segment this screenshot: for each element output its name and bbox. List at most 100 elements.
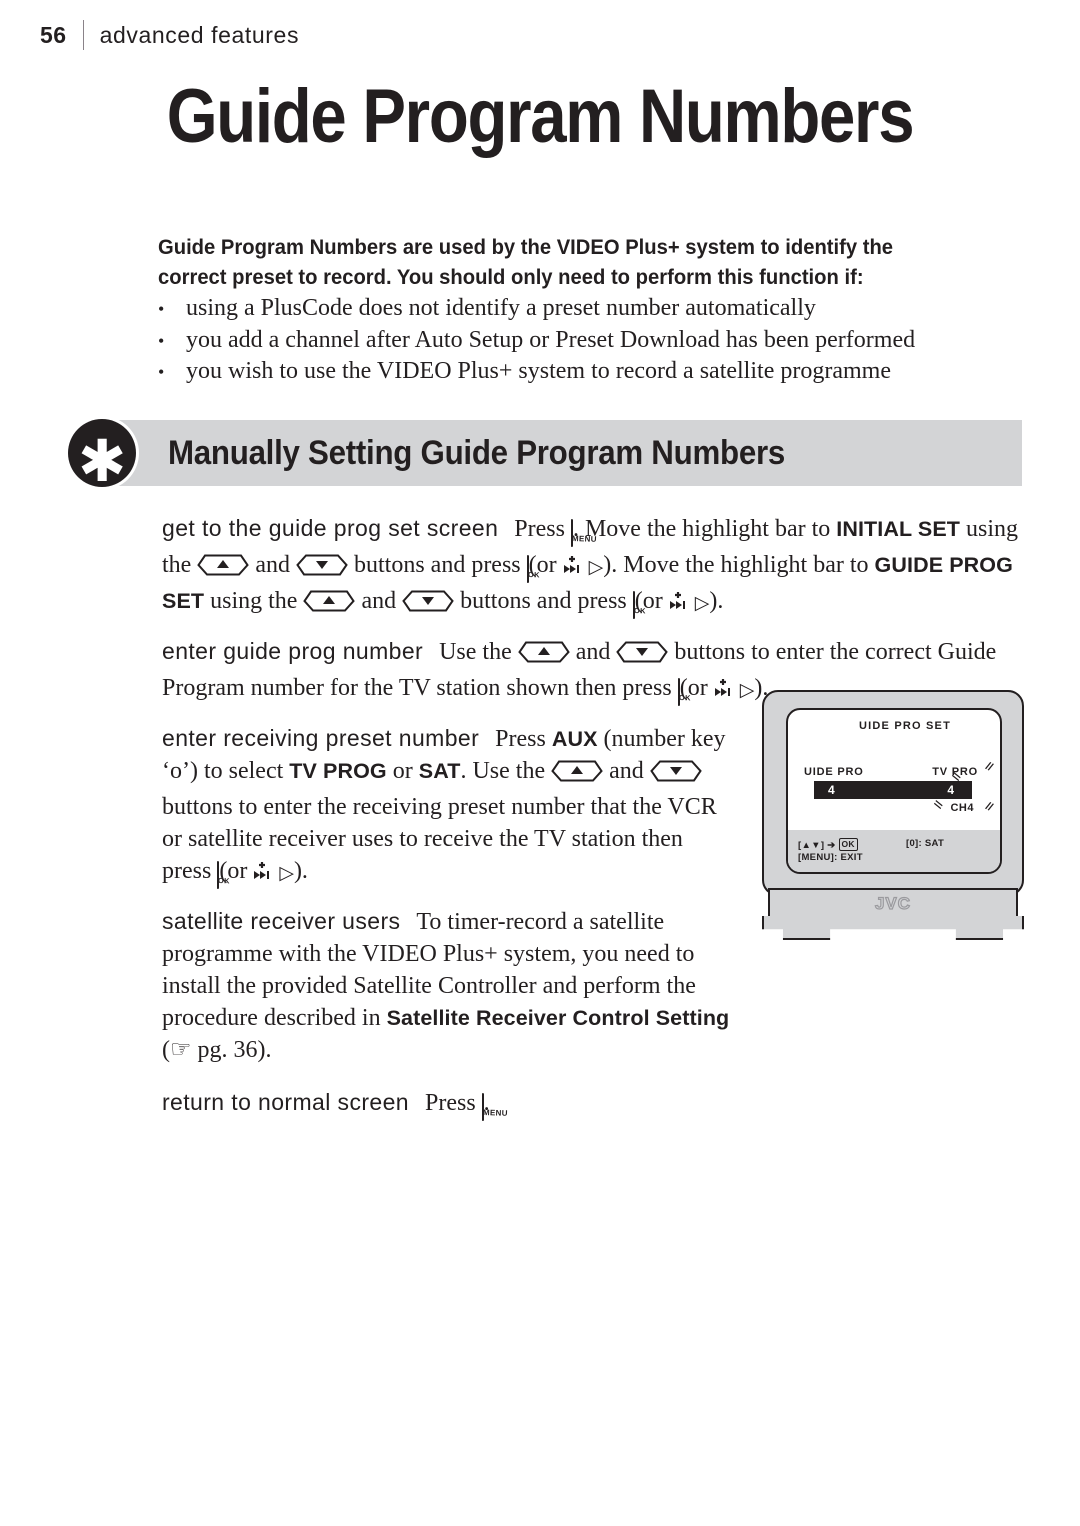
step-text: and	[255, 552, 290, 578]
flash-mark-icon: //	[932, 799, 946, 811]
emphasis-initial-set: INITIAL SET	[836, 517, 961, 541]
ok-key-label: OK	[218, 876, 231, 886]
page-reference: pg. 36).	[197, 1037, 272, 1063]
ok-key-icon: OK	[526, 553, 540, 585]
step-return-to-normal-screen: return to normal screen Press MENU.	[162, 1086, 734, 1123]
bullet-marker-icon: •	[158, 362, 165, 382]
emphasis-satellite-receiver-control-setting: Satellite Receiver Control Setting	[386, 1006, 730, 1030]
step-text: and	[575, 639, 611, 665]
skip-forward-key-icon	[563, 552, 583, 573]
osd-value-guide-prog: 4	[828, 783, 835, 797]
step-text: . Move the highlight bar to	[572, 516, 831, 542]
step-text: Use the	[439, 639, 512, 665]
step-enter-receiving-preset-number: enter receiving preset number Press AUX (…	[162, 722, 734, 891]
step-label: enter receiving preset number	[162, 725, 480, 751]
flash-mark-icon: //	[983, 760, 995, 774]
list-item-text: using a PlusCode does not identify a pre…	[186, 295, 816, 321]
step-text: Press	[495, 726, 546, 752]
skip-forward-key-icon	[669, 588, 689, 609]
step-get-to-guide-prog-set-screen: get to the guide prog set screen Press ME…	[162, 512, 1024, 621]
channel-up-key-icon	[303, 589, 356, 621]
step-label: satellite receiver users	[162, 908, 401, 934]
step-label: enter guide prog number	[162, 638, 424, 664]
osd-footer-nav-hint: [▲▼] ➔ OK	[798, 838, 858, 851]
tv-stand	[762, 916, 1024, 940]
bullet-marker-icon: •	[158, 299, 165, 319]
step-text: ). Move the highlight bar to	[603, 552, 869, 578]
running-head: 56 advanced features	[40, 20, 299, 50]
step-text: ).	[709, 588, 724, 614]
jvc-logo: JVC	[874, 893, 912, 913]
step-text: (	[162, 1037, 170, 1063]
ok-key-icon: OK	[632, 589, 646, 621]
tv-illustration: UIDE PRO SET UIDE PRO TV PRO // // 4 4 C…	[758, 690, 1030, 940]
ok-key-label: OK	[527, 570, 540, 580]
page-title: Guide Program Numbers	[166, 74, 915, 159]
tv-screen: UIDE PRO SET UIDE PRO TV PRO // // 4 4 C…	[786, 708, 1002, 874]
step-text: or	[392, 758, 413, 784]
step-text: . Use the	[460, 758, 546, 784]
flash-mark-icon: //	[983, 800, 995, 814]
osd-label-guide-prog: UIDE PRO	[804, 766, 864, 778]
ok-key-label: OK	[678, 693, 691, 703]
menu-key-label: MENU	[482, 1108, 508, 1118]
channel-down-key-icon	[402, 589, 454, 621]
right-triangle-icon: ▷	[588, 557, 604, 578]
channel-down-key-icon	[650, 759, 702, 791]
section-title: Manually Setting Guide Program Numbers	[168, 434, 785, 472]
osd-ok-badge: OK	[838, 838, 858, 851]
tv-cabinet: UIDE PRO SET UIDE PRO TV PRO // // 4 4 C…	[762, 690, 1024, 896]
step-satellite-receiver-users: satellite receiver users To timer-record …	[162, 905, 734, 1066]
bullet-marker-icon: •	[158, 330, 165, 351]
list-item: • using a PlusCode does not identify a p…	[158, 293, 1038, 325]
right-triangle-icon: ▷	[739, 680, 755, 701]
channel-down-key-icon	[296, 553, 348, 585]
step-text: Press	[424, 1090, 476, 1116]
emphasis-tv-prog: TV PROG	[289, 759, 387, 783]
step-text: Press	[514, 516, 565, 542]
section-name: advanced features	[99, 21, 300, 48]
osd-channel-label: CH4	[950, 802, 974, 814]
step-text: buttons and press	[353, 552, 521, 578]
menu-key-label: MENU	[571, 534, 597, 544]
menu-key-icon: MENU	[481, 1091, 508, 1123]
list-item: • you add a channel after Auto Setup or …	[158, 325, 1038, 357]
step-text: using the	[210, 588, 298, 614]
osd-highlight-bar: 4 4	[814, 781, 972, 799]
pointing-hand-icon: ☞	[170, 1037, 192, 1063]
bullet-list: • using a PlusCode does not identify a p…	[158, 293, 1038, 388]
right-triangle-icon: ▷	[279, 863, 294, 884]
step-text: buttons and press	[460, 588, 627, 614]
ok-key-icon: OK	[677, 676, 691, 708]
list-item-text: you add a channel after Auto Setup or Pr…	[186, 326, 916, 353]
skip-forward-key-icon	[253, 858, 273, 879]
section-badge: ✱	[68, 419, 136, 495]
step-text: ).	[293, 858, 308, 884]
skip-forward-key-icon	[714, 675, 734, 696]
right-triangle-icon: ▷	[694, 593, 710, 614]
osd-title: UIDE PRO SET	[858, 720, 952, 732]
ok-key-icon: OK	[217, 859, 230, 891]
page-number: 56	[40, 21, 67, 48]
emphasis-sat: SAT	[418, 759, 461, 783]
channel-up-key-icon	[197, 553, 250, 585]
step-text: and	[609, 758, 644, 784]
channel-up-key-icon	[517, 640, 570, 672]
runhead-divider	[82, 20, 84, 50]
menu-key-icon: MENU	[570, 517, 597, 549]
step-label: get to the guide prog set screen	[162, 515, 499, 541]
osd-footer-exit-hint: [MENU]: EXIT	[798, 852, 863, 863]
osd-value-tv-prog: 4	[947, 783, 954, 797]
asterisk-icon: ✱	[77, 427, 127, 495]
list-item-text: you wish to use the VIDEO Plus+ system t…	[186, 358, 891, 384]
lead-paragraph: Guide Program Numbers are used by the VI…	[158, 235, 894, 289]
step-text: and	[361, 588, 397, 614]
ok-key-label: OK	[633, 606, 646, 616]
emphasis-aux: AUX	[551, 727, 598, 751]
channel-up-key-icon	[551, 759, 603, 791]
channel-down-key-icon	[616, 640, 669, 672]
list-item: • you wish to use the VIDEO Plus+ system…	[158, 356, 1038, 388]
osd-footer-sat-hint: [0]: SAT	[906, 838, 945, 849]
osd-footer: [▲▼] ➔ OK [0]: SAT [MENU]: EXIT	[788, 830, 1000, 872]
step-label: return to normal screen	[162, 1089, 409, 1115]
